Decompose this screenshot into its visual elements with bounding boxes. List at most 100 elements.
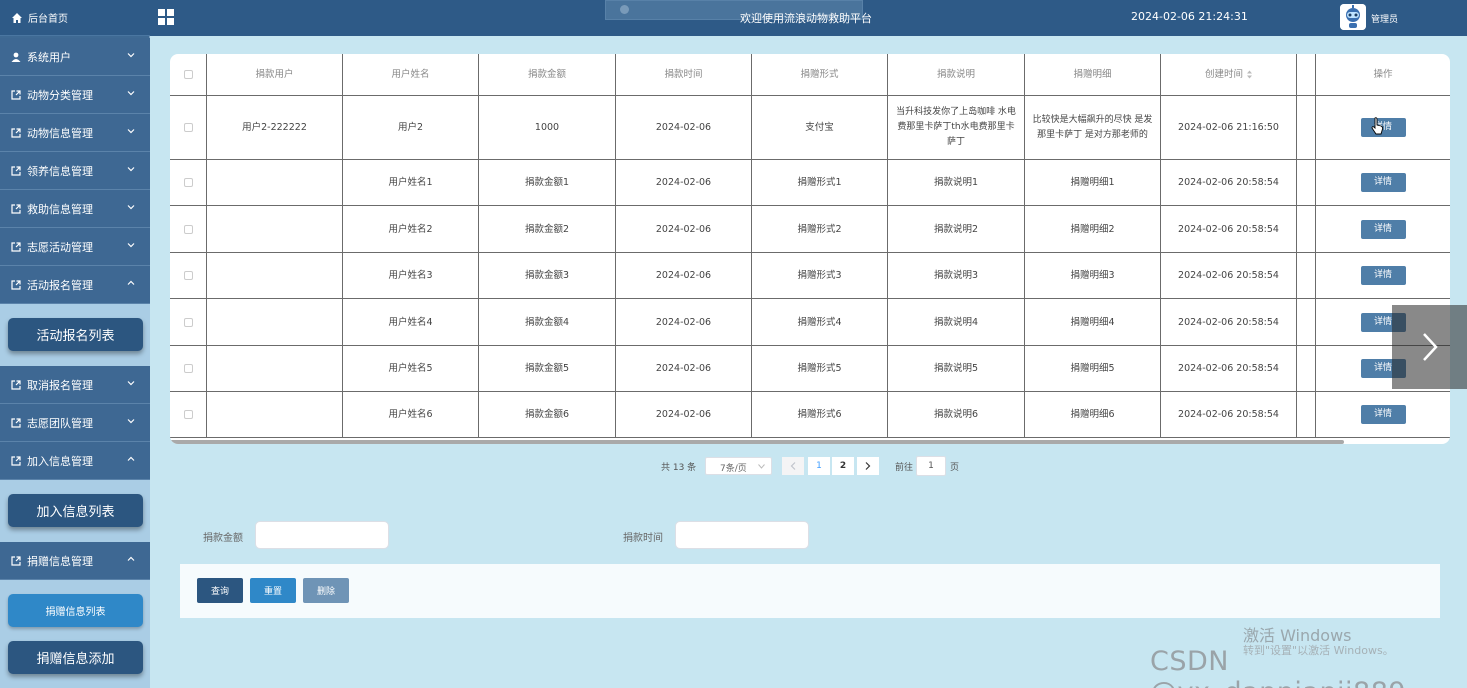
sidebar-item-animal-info[interactable]: 动物信息管理	[0, 114, 150, 152]
chevron-down-icon	[127, 419, 135, 424]
table-cell: 2024-02-06	[616, 253, 752, 299]
table-cell: 捐款金额5	[479, 346, 616, 392]
sidebar-item-label: 救助信息管理	[27, 202, 93, 216]
table-cell	[1297, 206, 1316, 253]
row-select-cell[interactable]	[170, 160, 207, 206]
row-checkbox[interactable]	[183, 224, 193, 234]
submenu-donation-info-add[interactable]: 捐赠信息添加	[8, 641, 143, 674]
amount-label: 捐款金额	[203, 533, 243, 544]
row-checkbox[interactable]	[183, 317, 193, 327]
column-header: 捐款金额	[479, 54, 616, 96]
sidebar-item-volunteer-team[interactable]: 志愿团队管理	[0, 404, 150, 442]
action-bar: 查询 重置 删除	[180, 564, 1440, 618]
row-checkbox[interactable]	[183, 123, 193, 132]
table-cell: 捐款金额1	[479, 160, 616, 206]
sidebar-item-label: 取消报名管理	[27, 378, 93, 392]
sidebar-item-system-users[interactable]: 系统用户	[0, 38, 150, 76]
row-select-cell[interactable]	[170, 346, 207, 392]
table-cell: 2024-02-06	[616, 299, 752, 346]
goto-page-input[interactable]: 1	[916, 456, 946, 476]
table-cell: 1000	[479, 96, 616, 160]
chevron-down-icon	[127, 205, 135, 210]
table-cell: 2024-02-06	[616, 392, 752, 438]
amount-input[interactable]	[255, 521, 389, 549]
table-cell: 2024-02-06	[616, 346, 752, 392]
table-cell: 捐赠形式4	[752, 299, 888, 346]
row-select-cell[interactable]	[170, 206, 207, 253]
table-cell: 捐赠明细3	[1025, 253, 1161, 299]
sidebar-item-donation-info[interactable]: 捐赠信息管理	[0, 542, 150, 580]
table-cell	[1297, 96, 1316, 160]
submenu-donation-info-list[interactable]: 捐赠信息列表	[8, 594, 143, 627]
time-input[interactable]	[675, 521, 809, 549]
action-cell: 详情	[1316, 160, 1450, 206]
next-page-button[interactable]	[857, 457, 879, 475]
table-cell: 捐赠明细4	[1025, 299, 1161, 346]
row-select-cell[interactable]	[170, 392, 207, 438]
site-title: 欢迎使用流浪动物救助平台	[740, 12, 872, 25]
row-checkbox[interactable]	[183, 271, 193, 280]
detail-button[interactable]: 详情	[1360, 405, 1406, 424]
table-cell: 用户2	[343, 96, 479, 160]
table-cell	[207, 299, 343, 346]
chevron-down-icon	[127, 91, 135, 96]
row-select-cell[interactable]	[170, 299, 207, 346]
user-role[interactable]: 管理员	[1371, 12, 1398, 25]
row-checkbox[interactable]	[183, 178, 193, 187]
submenu-activity-signup-list[interactable]: 活动报名列表	[8, 318, 143, 351]
row-select-cell[interactable]	[170, 96, 207, 160]
external-link-icon	[11, 127, 21, 138]
menu-toggle-icon[interactable]	[158, 9, 174, 25]
chevron-up-icon	[127, 556, 135, 561]
reset-button[interactable]: 重置	[250, 578, 296, 603]
detail-button[interactable]: 详情	[1360, 266, 1406, 285]
table-cell: 捐赠明细6	[1025, 392, 1161, 438]
table-cell: 捐款说明3	[888, 253, 1025, 299]
select-all-checkbox[interactable]	[183, 70, 193, 79]
home-link[interactable]: 后台首页	[0, 0, 150, 36]
row-select-cell[interactable]	[170, 253, 207, 299]
horizontal-scrollbar[interactable]	[170, 440, 1344, 444]
column-header-created-time[interactable]: 创建时间	[1161, 54, 1297, 96]
page-button-2[interactable]: 2	[832, 457, 854, 475]
prev-page-button[interactable]	[782, 457, 804, 475]
table-cell: 捐款说明4	[888, 299, 1025, 346]
table-cell: 2024-02-06 20:58:54	[1161, 392, 1297, 438]
submenu-join-info-list[interactable]: 加入信息列表	[8, 494, 143, 527]
table-cell: 捐赠形式5	[752, 346, 888, 392]
query-button[interactable]: 查询	[197, 578, 243, 603]
detail-button[interactable]: 详情	[1360, 173, 1406, 192]
sidebar-item-activity-signup[interactable]: 活动报名管理	[0, 266, 150, 304]
sidebar-item-adoption-info[interactable]: 领养信息管理	[0, 152, 150, 190]
chevron-left-icon	[790, 462, 796, 470]
table-cell: 当升科技发你了上岛咖啡 水电费那里卡萨丁th水电费那里卡萨丁	[888, 96, 1025, 160]
sort-icon[interactable]	[1247, 70, 1252, 79]
row-checkbox[interactable]	[183, 364, 193, 373]
robot-avatar-icon	[1340, 4, 1366, 30]
table-cell	[207, 253, 343, 299]
next-slide-button[interactable]	[1392, 305, 1467, 389]
sidebar-item-volunteer-activity[interactable]: 志愿活动管理	[0, 228, 150, 266]
sidebar-item-label: 捐赠信息管理	[27, 554, 93, 568]
row-checkbox[interactable]	[183, 410, 193, 419]
external-link-icon	[11, 165, 21, 176]
mouse-cursor-icon	[1371, 117, 1384, 135]
sidebar-item-rescue-info[interactable]: 救助信息管理	[0, 190, 150, 228]
table-cell: 捐款金额4	[479, 299, 616, 346]
table-cell: 2024-02-06 20:58:54	[1161, 346, 1297, 392]
delete-button[interactable]: 删除	[303, 578, 349, 603]
page-size-select[interactable]: 7条/页	[705, 457, 772, 475]
column-header: 用户姓名	[343, 54, 479, 96]
page-button-1[interactable]: 1	[808, 457, 830, 475]
select-all-cell[interactable]	[170, 54, 207, 96]
chevron-up-icon	[127, 280, 135, 285]
sidebar-item-label: 领养信息管理	[27, 164, 93, 178]
table-cell: 捐赠形式1	[752, 160, 888, 206]
sidebar-item-cancel-signup[interactable]: 取消报名管理	[0, 366, 150, 404]
detail-button[interactable]: 详情	[1360, 219, 1406, 239]
table-cell: 用户姓名1	[343, 160, 479, 206]
external-link-icon	[11, 417, 21, 428]
table-cell	[1297, 299, 1316, 346]
avatar[interactable]	[1340, 4, 1366, 30]
sidebar-item-animal-category[interactable]: 动物分类管理	[0, 76, 150, 114]
